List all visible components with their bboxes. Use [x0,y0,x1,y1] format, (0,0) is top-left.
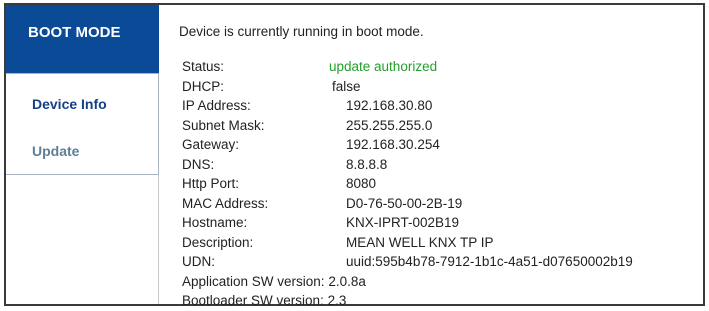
info-row-mac-address: MAC Address: D0-76-50-00-2B-19 [182,194,462,214]
info-label: Gateway: [182,137,240,152]
info-label: IP Address: [182,98,251,113]
boot-mode-header: BOOT MODE [6,5,159,73]
info-value: 8.8.8.8 [346,156,388,172]
info-row-status: Status: update authorized [182,57,437,77]
info-row-subnet-mask: Subnet Mask: 255.255.255.0 [182,116,432,136]
info-label: DHCP: [182,78,225,94]
info-value: 255.255.255.0 [346,117,433,133]
info-row-hostname: Hostname: KNX-IPRT-002B19 [182,213,459,233]
info-label: DNS: [182,156,215,172]
status-value: update authorized [329,59,438,74]
info-value: 192.168.30.80 [346,98,433,113]
info-label: Description: [182,234,254,250]
info-label: MAC Address: [182,195,269,211]
info-label: UDN: [182,254,215,269]
boot-mode-panel: BOOT MODE Device Info Update Device is c… [4,3,705,308]
info-row-gateway: Gateway: 192.168.30.254 [182,135,440,155]
info-row-udn: UDN: uuid:595b4b78-7912-1b1c-4a51-d07650… [182,252,633,272]
info-value: false [332,78,361,94]
info-label: Hostname: [182,215,248,230]
info-row-description: Description: MEAN WELL KNX TP IP [182,233,494,253]
info-value: D0-76-50-00-2B-19 [346,195,463,211]
info-row-ip-address: IP Address: 192.168.30.80 [182,96,432,116]
sidebar: BOOT MODE Device Info Update [6,5,159,304]
sidebar-item-update[interactable]: Update [6,125,159,175]
info-value: 8080 [346,176,377,191]
info-label: Http Port: [182,176,240,191]
info-value: KNX-IPRT-002B19 [346,215,460,230]
page-heading: Device is currently running in boot mode… [179,24,424,39]
info-label: Subnet Mask: [182,117,265,133]
info-value: 192.168.30.254 [346,137,440,152]
info-row-dhcp: DHCP: false [182,77,366,97]
info-label: Status: [182,59,225,74]
info-row-application-sw-version: Application SW version: 2.0.8a [182,272,366,292]
device-info-list: Status: update authorized DHCP: false IP… [182,57,633,311]
info-row-http-port: Http Port: 8080 [182,174,376,194]
info-value: 2.3 [327,293,347,308]
info-label: Bootloader SW version: [182,293,324,308]
main-content: Device is currently running in boot mode… [159,5,703,308]
info-value: 2.0.8a [328,273,366,289]
info-row-bootloader-sw-version: Bootloader SW version: 2.3 [182,291,366,311]
info-value: MEAN WELL KNX TP IP [346,234,494,250]
sidebar-item-device-info[interactable]: Device Info [6,73,159,127]
info-label: Application SW version: [182,273,325,289]
info-value: uuid:595b4b78-7912-1b1c-4a51-d07650002b1… [346,254,633,269]
info-row-dns: DNS: 8.8.8.8 [182,155,387,175]
